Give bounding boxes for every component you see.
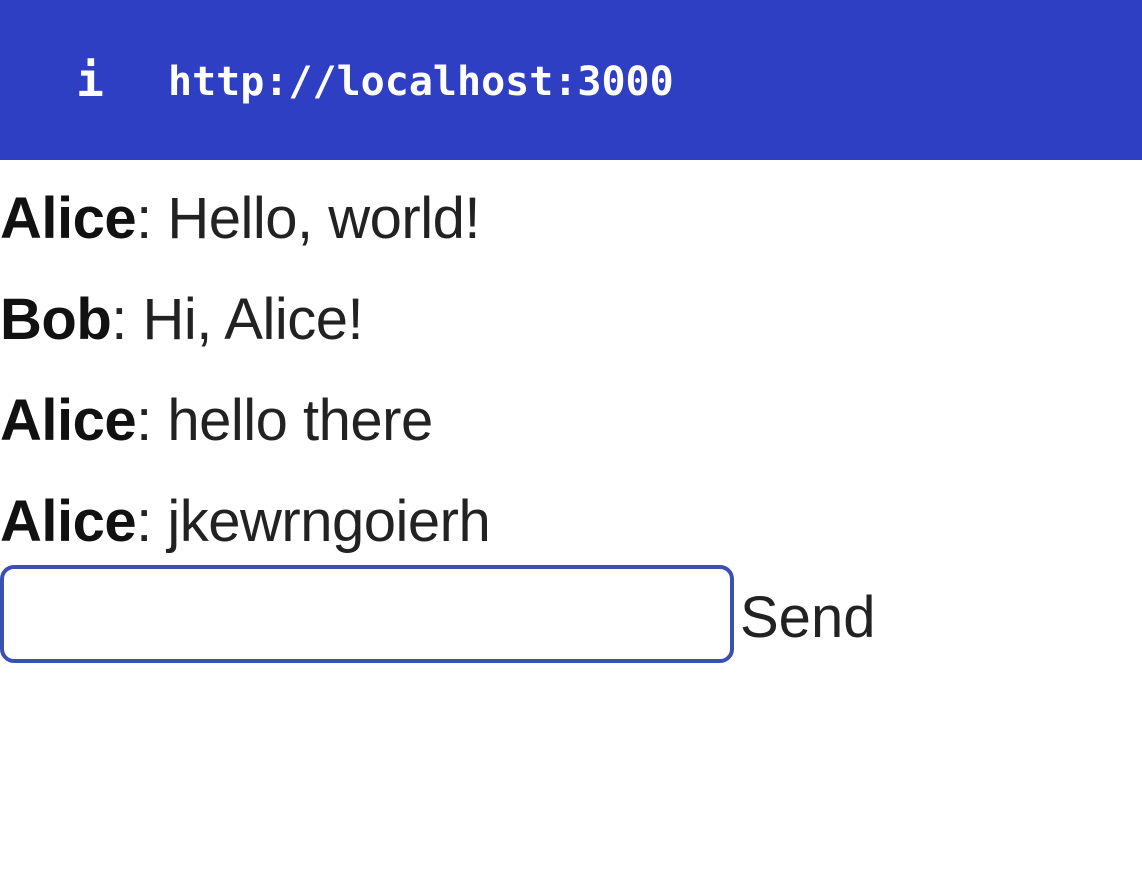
message-list: Alice: Hello, world! Bob: Hi, Alice! Ali… (0, 168, 1142, 572)
message-item: Alice: hello there (0, 370, 1142, 471)
browser-address-bar: i http://localhost:3000 (0, 0, 1142, 160)
message-separator: : (136, 186, 168, 251)
send-button[interactable]: Send (740, 563, 875, 673)
message-author: Alice (0, 186, 137, 251)
message-text: hello there (167, 388, 433, 453)
message-item: Alice: Hello, world! (0, 168, 1142, 269)
message-author: Alice (0, 489, 137, 554)
message-author: Bob (0, 287, 112, 352)
message-separator: : (136, 388, 168, 453)
message-item: Alice: jkewrngoierh (0, 471, 1142, 572)
message-input[interactable] (0, 565, 734, 663)
url-text[interactable]: http://localhost:3000 (168, 52, 674, 112)
message-separator: : (136, 489, 168, 554)
message-composer: Send (0, 563, 1142, 673)
message-author: Alice (0, 388, 137, 453)
message-text: jkewrngoierh (167, 489, 491, 554)
info-icon[interactable]: i (70, 50, 110, 110)
message-text: Hi, Alice! (142, 287, 364, 352)
message-separator: : (111, 287, 143, 352)
message-item: Bob: Hi, Alice! (0, 269, 1142, 370)
message-text: Hello, world! (167, 186, 480, 251)
